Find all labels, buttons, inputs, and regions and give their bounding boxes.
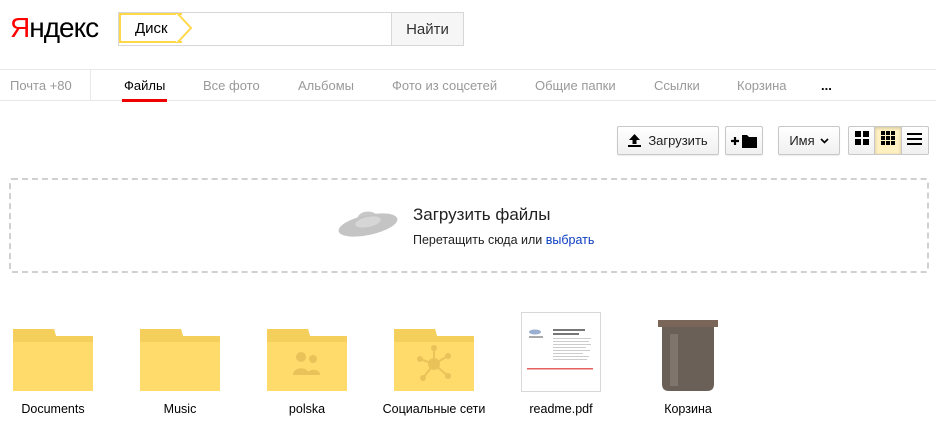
shared-folder-icon	[252, 316, 362, 392]
file-item[interactable]: Корзина	[633, 316, 743, 436]
sort-label: Имя	[789, 133, 815, 148]
file-item[interactable]: Music	[125, 316, 235, 436]
tab-files[interactable]: Файлы	[121, 70, 168, 102]
list-icon	[907, 132, 923, 150]
file-name: readme.pdf	[529, 402, 593, 416]
dropzone-hint-text: Перетащить сюда или	[413, 233, 543, 247]
upload-icon	[628, 134, 642, 147]
tab-links[interactable]: Ссылки	[654, 70, 700, 100]
file-item[interactable]: polska	[252, 316, 362, 436]
service-tabs: Почта +80 Файлы Все фото Альбомы Фото из…	[0, 69, 936, 102]
tab-trash[interactable]: Корзина	[737, 70, 787, 100]
folder-icon	[125, 316, 235, 392]
file-name: Корзина	[664, 402, 712, 416]
large-grid-icon	[854, 131, 869, 150]
file-name: polska	[288, 402, 326, 416]
view-list-button[interactable]	[902, 127, 928, 154]
view-large-icons-button[interactable]	[849, 127, 876, 154]
small-grid-icon	[881, 131, 896, 150]
upload-dropzone[interactable]: Загрузить файлы Перетащить сюда или выбр…	[9, 178, 929, 273]
file-item[interactable]: Documents	[0, 316, 108, 436]
logo-first-letter: Я	[10, 12, 30, 43]
dropzone-hint: Перетащить сюда или выбрать	[413, 233, 594, 247]
upload-button[interactable]: Загрузить	[617, 126, 719, 155]
search-button[interactable]: Найти	[392, 12, 464, 46]
file-name: Социальные сети	[382, 402, 486, 416]
social-folder-icon	[379, 316, 489, 392]
file-item[interactable]: readme.pdf	[506, 312, 616, 436]
search-tag-arrow	[176, 13, 192, 43]
file-name: Documents	[21, 402, 85, 416]
file-item[interactable]: Социальные сети	[379, 316, 489, 436]
trash-icon	[633, 316, 743, 392]
yandex-logo[interactable]: Яндекс	[10, 12, 99, 44]
choose-files-link[interactable]: выбрать	[546, 233, 595, 247]
sort-dropdown[interactable]: Имя	[778, 126, 840, 155]
tab-albums[interactable]: Альбомы	[298, 70, 354, 100]
ufo-icon	[337, 205, 399, 250]
file-name: Music	[163, 402, 197, 416]
tab-all-photos[interactable]: Все фото	[203, 70, 260, 100]
upload-label: Загрузить	[648, 133, 708, 148]
tab-divider	[90, 70, 91, 100]
view-mode-switcher	[848, 126, 929, 155]
new-folder-button[interactable]	[725, 126, 763, 155]
search-bar: Диск Найти	[118, 12, 464, 46]
tab-shared-folders[interactable]: Общие папки	[535, 70, 616, 100]
new-folder-icon	[731, 134, 757, 148]
folder-icon	[0, 316, 108, 392]
chevron-down-icon	[820, 137, 829, 144]
view-small-icons-button[interactable]	[875, 127, 902, 154]
pdf-thumbnail-icon	[506, 312, 616, 392]
search-service-tag[interactable]: Диск	[119, 13, 182, 43]
tab-social-photos[interactable]: Фото из соцсетей	[392, 70, 497, 100]
logo-rest: ндекс	[29, 12, 99, 43]
tab-more[interactable]: ...	[821, 70, 832, 100]
tab-mail[interactable]: Почта +80	[10, 70, 72, 100]
dropzone-title: Загрузить файлы	[413, 205, 551, 224]
